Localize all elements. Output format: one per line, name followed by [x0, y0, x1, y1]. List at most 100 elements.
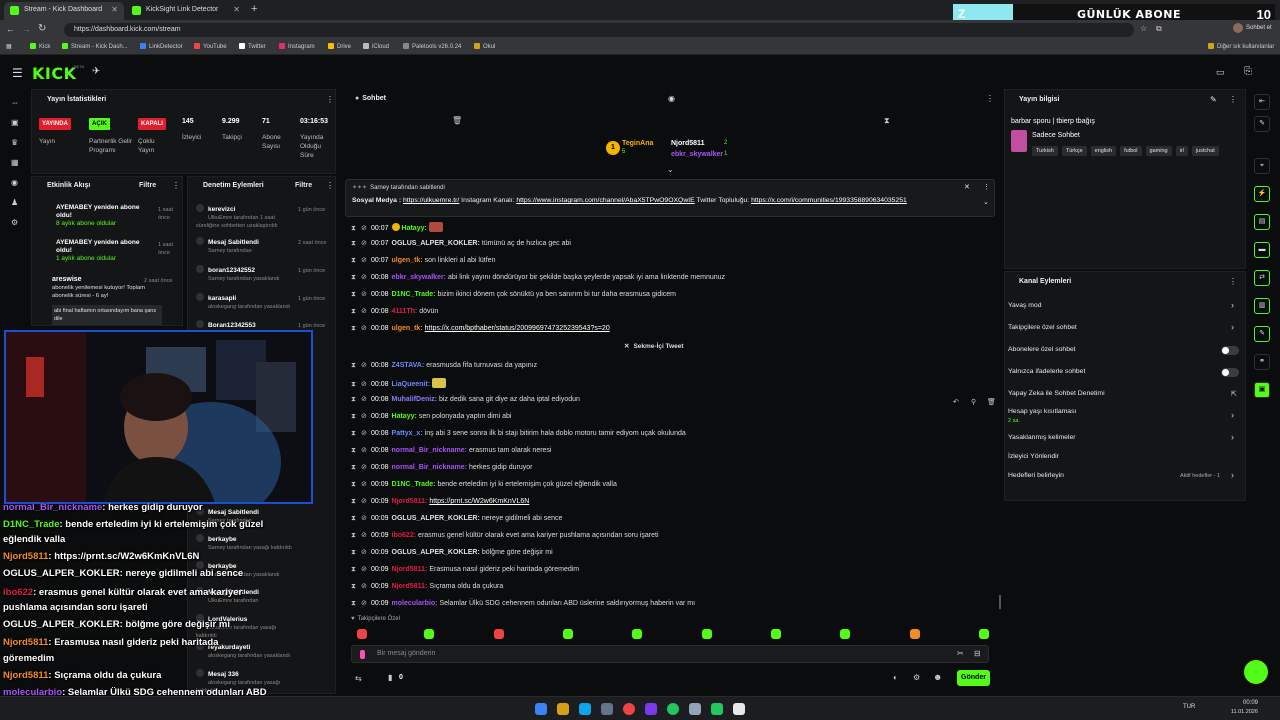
expand-icon[interactable]: ⇤ [1254, 94, 1270, 110]
kick-logo[interactable]: KICK [32, 64, 77, 83]
broadcast-icon[interactable]: ◉ [11, 179, 19, 187]
message-username[interactable]: Njord5811: [392, 583, 428, 590]
chat-message[interactable]: ⧗ ⊘ 00:09 Njord5811: https://prnt.sc/W2w6KmK… [351, 497, 991, 514]
channel-action-item[interactable]: Yapay Zeka ile Sohbet Denetimi [1008, 390, 1105, 397]
gift-icon[interactable]: ▮ [388, 673, 392, 682]
unpin-icon[interactable]: ✕ [964, 183, 970, 191]
link-icon[interactable]: ⚭ [1254, 354, 1270, 370]
timeout-icon[interactable]: ⧗ [351, 256, 358, 266]
ban-icon[interactable]: ⊘ [361, 380, 368, 390]
message-link[interactable]: https://prnt.sc/W2w6KmKnVL6N [429, 498, 529, 505]
chat-message[interactable]: ⧗ ⊘ 00:08 Z4STAVA: erasmusda fifa turnuvası … [351, 361, 991, 378]
toggle-switch[interactable] [1221, 346, 1239, 355]
emote-button[interactable] [494, 629, 504, 639]
leader-name[interactable]: Njord5811 [671, 140, 704, 147]
emote-button[interactable] [702, 629, 712, 639]
chat-message[interactable]: ⧗ ⊘ 00:09 Njord5811: Erasmusa nasıl gideriz … [351, 565, 991, 582]
embedded-tweet-label[interactable]: ✕ Sekme-İçi Tweet [624, 342, 684, 350]
back-icon[interactable]: ← [6, 24, 15, 34]
emote-button[interactable] [840, 629, 850, 639]
external-link-icon[interactable]: ⇱ [1231, 390, 1237, 398]
edge-icon[interactable] [579, 703, 591, 715]
settings-icon[interactable]: ⚙ [11, 219, 19, 227]
emote-button[interactable] [771, 629, 781, 639]
more-icon[interactable]: ⋮ [983, 183, 990, 191]
more-icon[interactable]: ⋮ [326, 181, 334, 190]
notification-icon[interactable]: ⎘ [1244, 66, 1252, 77]
close-tab-icon[interactable]: ✕ [111, 5, 118, 14]
ban-icon[interactable]: ⊘ [361, 256, 368, 266]
stream-icon[interactable]: ⇔ [11, 99, 19, 107]
edit-icon[interactable]: ✎ [1210, 95, 1217, 104]
more-icon[interactable]: ⋮ [172, 181, 180, 190]
wrench-icon[interactable]: ✎ [1254, 326, 1270, 342]
message-username[interactable]: LiaQueenit: [392, 381, 431, 388]
discord-icon[interactable] [645, 703, 657, 715]
timeout-icon[interactable]: ⧗ [351, 239, 358, 249]
delete-icon[interactable]: 🗑 [987, 398, 996, 406]
emote-button[interactable] [563, 629, 573, 639]
file-explorer-icon[interactable] [557, 703, 569, 715]
timeout-icon[interactable]: ⧗ [351, 380, 358, 390]
more-icon[interactable]: ⋮ [326, 95, 334, 104]
timeout-icon[interactable]: ⧗ [351, 565, 358, 575]
message-link[interactable]: https://x.com/bpthaber/status/2009969747… [425, 325, 610, 332]
bookmark-twitter[interactable]: Twitter [239, 43, 266, 50]
points-icon[interactable]: ⇆ [355, 674, 362, 683]
pinned-link[interactable]: https://x.com/i/communities/199335889063… [751, 197, 907, 204]
channel-action-item[interactable]: Takipçilere özel sohbet [1008, 324, 1077, 331]
ban-icon[interactable]: ⊘ [361, 307, 368, 317]
bookmark-drive[interactable]: Drive [328, 43, 351, 50]
ban-icon[interactable]: ⊘ [361, 514, 368, 524]
timeout-icon[interactable]: ⧗ [351, 446, 358, 456]
message-username[interactable]: ibo622: [392, 532, 417, 539]
chevron-right-icon[interactable]: › [1231, 410, 1234, 420]
more-icon[interactable]: ⋮ [1229, 95, 1237, 104]
chat-bubble-icon[interactable]: ◐ [893, 673, 898, 682]
bookmark-kick[interactable]: Kick [30, 43, 50, 50]
ban-icon[interactable]: ⊘ [361, 480, 368, 490]
emote-button[interactable] [910, 629, 920, 639]
channel-action-item[interactable]: Yasaklanmış kelimeler [1008, 434, 1076, 441]
trash-icon[interactable]: 🗑 [452, 116, 462, 125]
chat-message[interactable]: ⧗ ⊘ 00:08 4111Th: dövün [351, 307, 991, 324]
message-username[interactable]: Hatayy: [392, 413, 417, 420]
chat-message[interactable]: ⧗ ⊘ 00:08 ulgen_tk: https://x.com/bpthaber/s… [351, 324, 991, 341]
pin-icon[interactable]: ✈ [92, 66, 100, 77]
chat-message[interactable]: ⧗ ⊘ 00:08 MuhalifDeniz: biz dedik sana git d… [351, 395, 991, 412]
timeout-icon[interactable]: ⧗ [351, 480, 358, 490]
message-username[interactable]: normal_Bir_nickname: [392, 447, 467, 454]
users-icon[interactable]: ☻ [933, 672, 942, 682]
ban-icon[interactable]: ⊘ [361, 273, 368, 283]
users-icon[interactable]: ♟ [11, 199, 19, 207]
message-username[interactable]: OGLUS_ALPER_KOKLER: [392, 549, 480, 556]
send-button[interactable]: Gönder [957, 670, 990, 686]
chevron-right-icon[interactable]: › [1231, 432, 1234, 442]
bookmark-paletools[interactable]: Paletools v26.0.24 [403, 43, 461, 50]
url-input[interactable]: https://dashboard.kick.com/stream [64, 23, 1134, 37]
channel-action-item[interactable]: Abonelere özel sohbet [1008, 346, 1076, 353]
more-icon[interactable]: ⋮ [986, 94, 994, 103]
moderation-item[interactable]: boran12342552 Sarney tarafından yasakland… [196, 265, 296, 283]
avatar[interactable] [1233, 23, 1243, 33]
bookmark-icloud[interactable]: iCloud [363, 43, 389, 50]
chat-message[interactable]: ⧗ ⊘ 00:09 D1NC_Trade: bende erteledim iyi ki… [351, 480, 991, 497]
chevron-right-icon[interactable]: › [1231, 322, 1234, 332]
close-tab-icon[interactable]: ✕ [233, 5, 240, 14]
chat-message[interactable]: ⧗ ⊘ 00:09 molecularbio: Selamlar Ülkü SDG ce… [351, 599, 991, 616]
emote-button[interactable] [424, 629, 434, 639]
star-icon[interactable]: ☆ [1140, 24, 1147, 33]
extensions-icon[interactable]: ⧉ [1156, 24, 1162, 34]
channel-action-item[interactable]: Hesap yaşı kısıtlaması [1008, 408, 1076, 415]
bookmark-instagram[interactable]: Instagram [279, 43, 315, 50]
chat-scrollbar[interactable] [999, 595, 1001, 609]
emote-button[interactable] [979, 629, 989, 639]
new-tab-icon[interactable]: + [251, 3, 257, 15]
channel-action-item[interactable]: Yalnızca ifadelerle sohbet [1008, 368, 1085, 375]
clock-date[interactable]: 11.01.2026 [1218, 709, 1258, 715]
chat-input[interactable]: Bir mesaj gönderin ✂ ⊟ [351, 645, 989, 663]
message-username[interactable]: ulgen_tk: [392, 325, 423, 332]
leader-name[interactable]: ebkr_skywalker [671, 151, 723, 158]
timeout-icon[interactable]: ⧗ [351, 497, 358, 507]
leader-name[interactable]: TeginAna [622, 140, 653, 147]
